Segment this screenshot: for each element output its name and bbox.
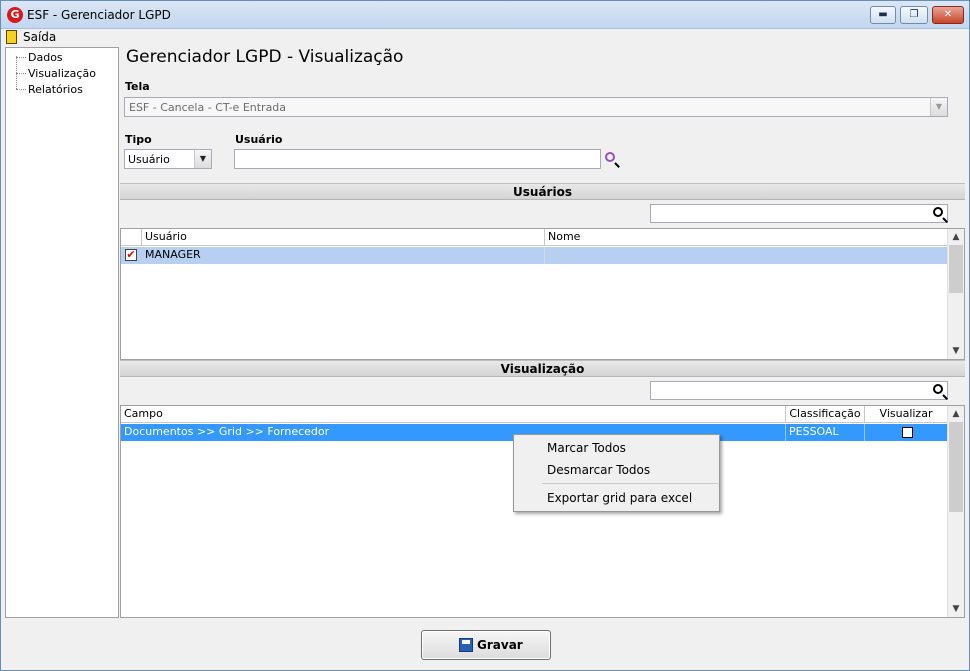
menu-separator: [542, 483, 718, 484]
tree-item-relatorios[interactable]: Relatórios: [28, 83, 83, 96]
row-checkbox[interactable]: ✔: [125, 249, 137, 261]
menu-item-exportar-excel[interactable]: Exportar grid para excel: [547, 491, 692, 505]
title-bar[interactable]: G ESF - Gerenciador LGPD ▬ ❐ ✕: [1, 1, 969, 29]
scroll-down-icon[interactable]: ▼: [948, 601, 964, 617]
tree-item-dados[interactable]: Dados: [28, 51, 63, 64]
tipo-value: Usuário: [128, 153, 170, 166]
cell-usuario: MANAGER: [142, 247, 545, 264]
context-menu: Marcar Todos Desmarcar Todos Exportar gr…: [513, 434, 720, 512]
users-section-header: Usuários: [120, 183, 965, 200]
view-search-input[interactable]: [650, 381, 948, 400]
users-grid-check-header: [121, 229, 142, 246]
users-grid-header-nome[interactable]: Nome: [545, 229, 948, 246]
minimize-icon: ▬: [878, 9, 888, 20]
scroll-thumb[interactable]: [949, 245, 963, 293]
scroll-thumb[interactable]: [949, 422, 963, 512]
table-row[interactable]: ✔ MANAGER: [121, 247, 948, 264]
minimize-button[interactable]: ▬: [870, 6, 896, 24]
view-grid-scrollbar[interactable]: ▲ ▼: [947, 406, 964, 617]
usuario-label: Usuário: [235, 133, 283, 146]
save-button-label: Gravar: [477, 638, 523, 652]
usuario-search-button[interactable]: [604, 151, 624, 171]
tela-value: ESF - Cancela - CT-e Entrada: [129, 101, 287, 114]
view-grid-header-campo[interactable]: Campo: [121, 406, 786, 423]
maximize-button[interactable]: ❐: [900, 6, 928, 24]
view-grid-header-classificacao[interactable]: Classificação: [786, 406, 865, 423]
close-button[interactable]: ✕: [932, 6, 964, 24]
window-title: ESF - Gerenciador LGPD: [27, 8, 171, 22]
tipo-select[interactable]: Usuário ▼: [124, 149, 212, 169]
search-icon[interactable]: [933, 207, 943, 217]
cell-nome: [545, 247, 948, 264]
visualizar-checkbox[interactable]: [902, 427, 913, 438]
chevron-down-icon[interactable]: ▼: [930, 98, 947, 116]
view-grid-header-visualizar[interactable]: Visualizar: [865, 406, 948, 423]
menu-exit[interactable]: Saída: [23, 30, 56, 44]
tela-label: Tela: [125, 80, 150, 93]
users-search-input[interactable]: [650, 204, 948, 223]
scroll-down-icon[interactable]: ▼: [948, 343, 964, 359]
search-icon: [605, 152, 615, 162]
page-title: Gerenciador LGPD - Visualização: [126, 47, 404, 67]
maximize-icon: ❐: [909, 9, 919, 20]
tree-item-visualizacao[interactable]: Visualização: [28, 67, 96, 80]
scroll-up-icon[interactable]: ▲: [948, 406, 964, 422]
app-logo-icon: G: [7, 7, 23, 23]
app-window: G ESF - Gerenciador LGPD ▬ ❐ ✕ Saída Dad…: [0, 0, 970, 671]
tree-branch: [16, 57, 26, 58]
view-section-header: Visualização: [120, 360, 965, 377]
users-grid-scrollbar[interactable]: ▲ ▼: [947, 229, 964, 359]
tree-branch: [16, 73, 26, 74]
menu-item-desmarcar-todos[interactable]: Desmarcar Todos: [547, 463, 650, 477]
navigation-tree: Dados Visualização Relatórios: [5, 47, 119, 618]
tipo-label: Tipo: [125, 133, 152, 146]
menu-item-marcar-todos[interactable]: Marcar Todos: [547, 441, 626, 455]
users-grid: Usuário Nome ✔ MANAGER ▲ ▼: [120, 228, 965, 360]
tree-branch: [16, 89, 26, 90]
save-button[interactable]: Gravar: [421, 630, 551, 660]
scroll-up-icon[interactable]: ▲: [948, 229, 964, 245]
search-icon[interactable]: [933, 384, 943, 394]
exit-door-icon[interactable]: [6, 30, 17, 44]
users-grid-header-usuario[interactable]: Usuário: [142, 229, 545, 246]
tela-select[interactable]: ESF - Cancela - CT-e Entrada ▼: [124, 97, 948, 117]
floppy-disk-icon: [459, 638, 473, 652]
close-icon: ✕: [943, 9, 953, 20]
menu-bar: Saída: [1, 29, 969, 46]
cell-classificacao: PESSOAL: [786, 424, 865, 441]
usuario-input[interactable]: [234, 149, 601, 169]
chevron-down-icon[interactable]: ▼: [194, 150, 211, 168]
